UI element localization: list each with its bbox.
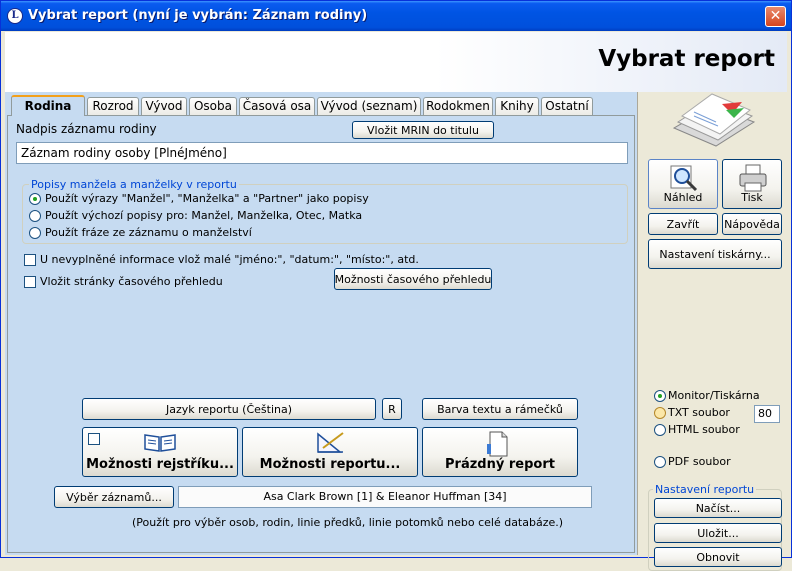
client-area: Vybrat report Rodina Rozrod Vývod Osoba … xyxy=(5,32,787,571)
spouse-option-3-radio[interactable] xyxy=(29,227,41,239)
output-txt-radio[interactable] xyxy=(654,407,666,419)
title-bar[interactable]: L Vybrat report (nyní je vybrán: Záznam … xyxy=(1,1,791,31)
output-pdf-radio[interactable] xyxy=(654,456,666,468)
report-options-button[interactable]: Možnosti reportu... xyxy=(242,427,418,477)
insert-mrin-button[interactable]: Vložit MRIN do titulu xyxy=(352,121,494,139)
report-language-button[interactable]: Jazyk reportu (Čeština) xyxy=(82,398,376,420)
preview-button[interactable]: Náhled xyxy=(648,159,718,209)
index-options-button[interactable]: Možnosti rejstříku... xyxy=(82,427,238,477)
text-color-button[interactable]: Barva textu a rámečků xyxy=(422,398,578,420)
close-window-button[interactable]: ✕ xyxy=(765,6,786,27)
reset-settings-button[interactable]: Obnovit xyxy=(654,547,782,567)
title-label: Nadpis záznamu rodiny xyxy=(16,122,157,136)
action-panel: Náhled Tisk Zavřít Nápověda Nastavení ti… xyxy=(637,92,787,571)
load-settings-button[interactable]: Načíst... xyxy=(654,498,782,518)
output-monitor-radio[interactable] xyxy=(654,390,666,402)
spouse-option-1-label[interactable]: Použít výrazy "Manžel", "Manželka" a "Pa… xyxy=(45,192,369,205)
tab-content-rodina: Nadpis záznamu rodiny Vložit MRIN do tit… xyxy=(7,115,635,553)
tab-rodokmen[interactable]: Rodokmen xyxy=(423,97,493,115)
spouse-group-title: Popisy manžela a manželky v reportu xyxy=(29,178,239,191)
magnifier-icon xyxy=(670,165,698,192)
help-label: Nápověda xyxy=(724,217,780,231)
tab-osoba[interactable]: Osoba xyxy=(189,97,237,115)
spouse-option-3-label[interactable]: Použít fráze ze záznamu o manželství xyxy=(45,226,252,239)
index-options-label: Možnosti rejstříku... xyxy=(86,457,234,472)
txt-width-input[interactable]: 80 xyxy=(754,405,780,423)
book-icon xyxy=(144,434,176,452)
output-html-radio[interactable] xyxy=(654,424,666,436)
report-settings-title: Nastavení reportu xyxy=(653,483,757,496)
ruler-triangle-icon xyxy=(317,432,344,453)
app-icon: L xyxy=(7,8,23,24)
close-button[interactable]: Zavřít xyxy=(648,213,718,235)
blank-info-checkbox[interactable] xyxy=(24,254,36,266)
spouse-option-1-radio[interactable] xyxy=(29,193,41,205)
print-label: Tisk xyxy=(741,191,763,204)
record-select-button[interactable]: Výběr záznamů... xyxy=(54,486,174,508)
output-pdf-label[interactable]: PDF soubor xyxy=(668,455,731,468)
tab-rozrod[interactable]: Rozrod xyxy=(87,97,139,115)
report-title-input[interactable]: Záznam rodiny osoby [PlnéJméno] xyxy=(16,142,628,164)
window-title: Vybrat report (nyní je vybrán: Záznam ro… xyxy=(28,8,368,23)
report-options-panel: Rodina Rozrod Vývod Osoba Časová osa Výv… xyxy=(5,92,637,555)
tab-ostatni[interactable]: Ostatní xyxy=(541,97,593,115)
close-label: Zavřít xyxy=(666,217,700,231)
print-button[interactable]: Tisk xyxy=(722,159,782,209)
reports-stack-icon xyxy=(672,93,756,147)
tab-vyvod-seznam[interactable]: Vývod (seznam) xyxy=(317,97,421,115)
header-band: Vybrat report xyxy=(5,32,787,92)
spouse-option-2-radio[interactable] xyxy=(29,210,41,222)
blank-report-button[interactable]: Prázdný report xyxy=(422,427,578,477)
spouse-option-2-label[interactable]: Použít výchozí popisy pro: Manžel, Manže… xyxy=(45,209,362,222)
page-title: Vybrat report xyxy=(598,46,775,72)
timeline-options-button[interactable]: Možnosti časového přehledu xyxy=(334,268,492,290)
index-checkbox[interactable] xyxy=(88,433,100,445)
printer-icon xyxy=(739,164,767,192)
timeline-pages-label[interactable]: Vložit stránky časového přehledu xyxy=(40,275,223,288)
tab-vyvod[interactable]: Vývod xyxy=(141,97,187,115)
output-monitor-label[interactable]: Monitor/Tiskárna xyxy=(668,389,760,402)
record-select-value: Asa Clark Brown [1] & Eleanor Huffman [3… xyxy=(178,486,592,508)
record-select-hint: (Použít pro výběr osob, rodin, linie pře… xyxy=(132,516,564,529)
printer-setup-button[interactable]: Nastavení tiskárny... xyxy=(648,239,782,269)
dialog-window: L Vybrat report (nyní je vybrán: Záznam … xyxy=(0,0,792,571)
tab-casova-osa[interactable]: Časová osa xyxy=(239,97,315,115)
r-button[interactable]: R xyxy=(382,398,402,420)
blank-report-label: Prázdný report xyxy=(445,457,555,472)
tab-knihy[interactable]: Knihy xyxy=(495,97,539,115)
blank-info-label[interactable]: U nevyplněné informace vlož malé "jméno:… xyxy=(40,253,419,266)
tab-rodina[interactable]: Rodina xyxy=(11,95,85,116)
spouse-labels-group: Popisy manžela a manželky v reportu Použ… xyxy=(22,178,628,244)
save-settings-button[interactable]: Uložit... xyxy=(654,523,782,543)
timeline-pages-checkbox[interactable] xyxy=(24,276,36,288)
report-options-label: Možnosti reportu... xyxy=(259,457,401,472)
preview-label: Náhled xyxy=(663,191,703,204)
blank-page-icon xyxy=(487,431,508,457)
output-html-label[interactable]: HTML soubor xyxy=(668,423,740,436)
output-txt-label[interactable]: TXT soubor xyxy=(668,406,730,419)
help-button[interactable]: Nápověda xyxy=(722,213,782,235)
